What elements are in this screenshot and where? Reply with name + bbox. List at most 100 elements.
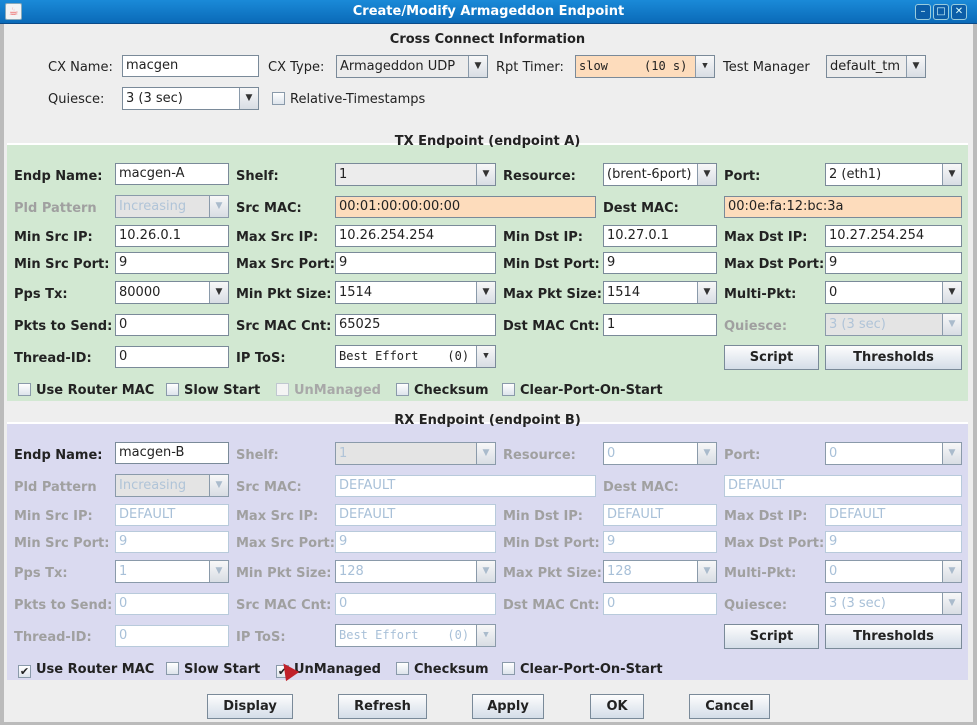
cx-name-label: CX Name: xyxy=(48,60,113,75)
tx-pld-pattern-label: Pld Pattern xyxy=(14,201,97,216)
tx-min-src-port-input[interactable]: 9 xyxy=(115,252,229,274)
rx-max-dst-port-input[interactable]: 9 xyxy=(825,531,962,553)
rx-quiesce-select[interactable]: 3 (3 sec) ▼ xyxy=(825,592,962,615)
rx-thresholds-button[interactable]: Thresholds xyxy=(825,624,962,649)
rx-min-dst-ip-input[interactable]: DEFAULT xyxy=(603,504,717,526)
tx-port-select[interactable]: 2 (eth1) ▼ xyxy=(825,163,962,186)
tx-clear-port-checkbox[interactable]: Clear-Port-On-Start xyxy=(502,383,663,398)
tx-max-pkt-select[interactable]: 1514 ▼ xyxy=(603,281,717,304)
rx-shelf-select[interactable]: 1 ▼ xyxy=(335,442,496,465)
tx-max-src-port-input[interactable]: 9 xyxy=(335,252,496,274)
chevron-down-icon: ▼ xyxy=(942,314,961,335)
refresh-button[interactable]: Refresh xyxy=(338,694,427,719)
close-icon[interactable]: ✕ xyxy=(951,4,967,20)
rx-min-dst-port-input[interactable]: 9 xyxy=(603,531,717,553)
tx-max-dst-ip-input[interactable]: 10.27.254.254 xyxy=(825,225,962,247)
tx-max-dst-port-input[interactable]: 9 xyxy=(825,252,962,274)
tx-max-dst-ip-label: Max Dst IP: xyxy=(724,230,808,245)
rx-max-src-ip-label: Max Src IP: xyxy=(236,509,319,524)
rx-script-button[interactable]: Script xyxy=(724,624,819,649)
rx-resource-select[interactable]: 0 ▼ xyxy=(603,442,717,465)
tx-pkts-send-input[interactable]: 0 xyxy=(115,314,229,336)
rx-src-mac-cnt-input[interactable]: 0 xyxy=(335,593,496,615)
tx-pps-tx-select[interactable]: 80000 ▼ xyxy=(115,281,229,304)
tx-thread-id-input[interactable]: 0 xyxy=(115,346,229,368)
tx-dest-mac-input[interactable]: 00:0e:fa:12:bc:3a xyxy=(724,196,962,218)
tx-slow-start-checkbox[interactable]: Slow Start xyxy=(166,383,260,398)
rx-min-pkt-select[interactable]: 128 ▼ xyxy=(335,560,496,583)
tx-quiesce-label: Quiesce: xyxy=(724,319,788,334)
chevron-down-icon: ▼ xyxy=(942,282,961,303)
rx-multi-pkt-select[interactable]: 0 ▼ xyxy=(825,560,962,583)
rx-thread-id-input[interactable]: 0 xyxy=(115,625,229,647)
ok-button[interactable]: OK xyxy=(590,694,644,719)
tx-endp-name-input[interactable]: macgen-A xyxy=(115,163,229,185)
rx-max-src-port-input[interactable]: 9 xyxy=(335,531,496,553)
chevron-down-icon: ▼ xyxy=(476,346,495,367)
rx-max-pkt-select[interactable]: 128 ▼ xyxy=(603,560,717,583)
cx-name-input[interactable]: macgen xyxy=(122,55,259,77)
rpt-timer-select[interactable]: slow (10 s) ▼ xyxy=(575,55,715,78)
tx-resource-select[interactable]: (brent-6port) ▼ xyxy=(603,163,717,186)
tx-ip-tos-select[interactable]: Best Effort (0) ▼ xyxy=(335,345,496,368)
rx-checksum-checkbox[interactable]: Checksum xyxy=(396,662,489,677)
checkbox-icon xyxy=(396,383,409,396)
apply-button[interactable]: Apply xyxy=(472,694,544,719)
tx-min-src-ip-input[interactable]: 10.26.0.1 xyxy=(115,225,229,247)
rx-pkts-send-input[interactable]: 0 xyxy=(115,593,229,615)
tx-src-mac-input[interactable]: 00:01:00:00:00:00 xyxy=(335,196,596,218)
rx-slow-start-checkbox[interactable]: Slow Start xyxy=(166,662,260,677)
rx-dest-mac-input[interactable]: DEFAULT xyxy=(724,475,962,497)
tx-min-dst-ip-input[interactable]: 10.27.0.1 xyxy=(603,225,717,247)
tx-use-router-mac-checkbox[interactable]: Use Router MAC xyxy=(18,383,154,398)
rx-dst-mac-cnt-input[interactable]: 0 xyxy=(603,593,717,615)
rx-min-src-ip-input[interactable]: DEFAULT xyxy=(115,504,229,526)
rx-pld-pattern-label: Pld Pattern xyxy=(14,480,97,495)
chevron-down-icon: ▼ xyxy=(239,88,258,109)
tx-multi-pkt-select[interactable]: 0 ▼ xyxy=(825,281,962,304)
rx-endp-name-input[interactable]: macgen-B xyxy=(115,442,229,464)
rx-resource-label: Resource: xyxy=(503,448,576,463)
rx-port-select[interactable]: 0 ▼ xyxy=(825,442,962,465)
rx-max-dst-ip-input[interactable]: DEFAULT xyxy=(825,504,962,526)
tx-unmanaged-checkbox[interactable]: UnManaged xyxy=(276,383,381,398)
cx-type-select[interactable]: Armageddon UDP ▼ xyxy=(336,55,488,78)
cancel-button[interactable]: Cancel xyxy=(689,694,770,719)
rx-src-mac-input[interactable]: DEFAULT xyxy=(335,475,596,497)
tx-min-dst-port-input[interactable]: 9 xyxy=(603,252,717,274)
relative-timestamps-checkbox[interactable]: Relative-Timestamps xyxy=(272,92,425,107)
test-manager-select[interactable]: default_tm ▼ xyxy=(826,55,926,78)
tx-quiesce-select[interactable]: 3 (3 sec) ▼ xyxy=(825,313,962,336)
rx-pld-pattern-select[interactable]: Increasing ▼ xyxy=(115,474,229,497)
tx-max-src-port-label: Max Src Port: xyxy=(236,257,335,272)
display-button[interactable]: Display xyxy=(207,694,293,719)
minimize-icon[interactable]: – xyxy=(915,4,931,20)
chevron-down-icon: ▼ xyxy=(697,561,716,582)
tx-pkts-send-label: Pkts to Send: xyxy=(14,319,113,334)
tx-min-pkt-select[interactable]: 1514 ▼ xyxy=(335,281,496,304)
rx-pkts-send-label: Pkts to Send: xyxy=(14,598,113,613)
chevron-down-icon: ▼ xyxy=(697,282,716,303)
tx-pld-pattern-select[interactable]: Increasing ▼ xyxy=(115,195,229,218)
quiesce-select[interactable]: 3 (3 sec) ▼ xyxy=(122,87,259,110)
tx-script-button[interactable]: Script xyxy=(724,345,819,370)
rx-quiesce-label: Quiesce: xyxy=(724,598,788,613)
tx-thresholds-button[interactable]: Thresholds xyxy=(825,345,962,370)
tx-max-src-ip-label: Max Src IP: xyxy=(236,230,319,245)
rx-min-src-port-input[interactable]: 9 xyxy=(115,531,229,553)
rx-shelf-label: Shelf: xyxy=(236,448,279,463)
rx-pps-tx-select[interactable]: 1 ▼ xyxy=(115,560,229,583)
tx-src-mac-cnt-input[interactable]: 65025 xyxy=(335,314,496,336)
tx-max-src-ip-input[interactable]: 10.26.254.254 xyxy=(335,225,496,247)
tx-dst-mac-cnt-input[interactable]: 1 xyxy=(603,314,717,336)
rx-max-src-ip-input[interactable]: DEFAULT xyxy=(335,504,496,526)
rx-use-router-mac-checkbox[interactable]: ✔ Use Router MAC xyxy=(18,662,154,678)
rx-ip-tos-select[interactable]: Best Effort (0) ▼ xyxy=(335,624,496,647)
maximize-icon[interactable]: □ xyxy=(933,4,949,20)
tx-shelf-select[interactable]: 1 ▼ xyxy=(335,163,496,186)
chevron-down-icon: ▼ xyxy=(476,164,495,185)
rx-clear-port-checkbox[interactable]: Clear-Port-On-Start xyxy=(502,662,663,677)
tx-min-src-port-label: Min Src Port: xyxy=(14,257,110,272)
tx-checksum-checkbox[interactable]: Checksum xyxy=(396,383,489,398)
cross-connect-legend: Cross Connect Information xyxy=(386,32,589,47)
